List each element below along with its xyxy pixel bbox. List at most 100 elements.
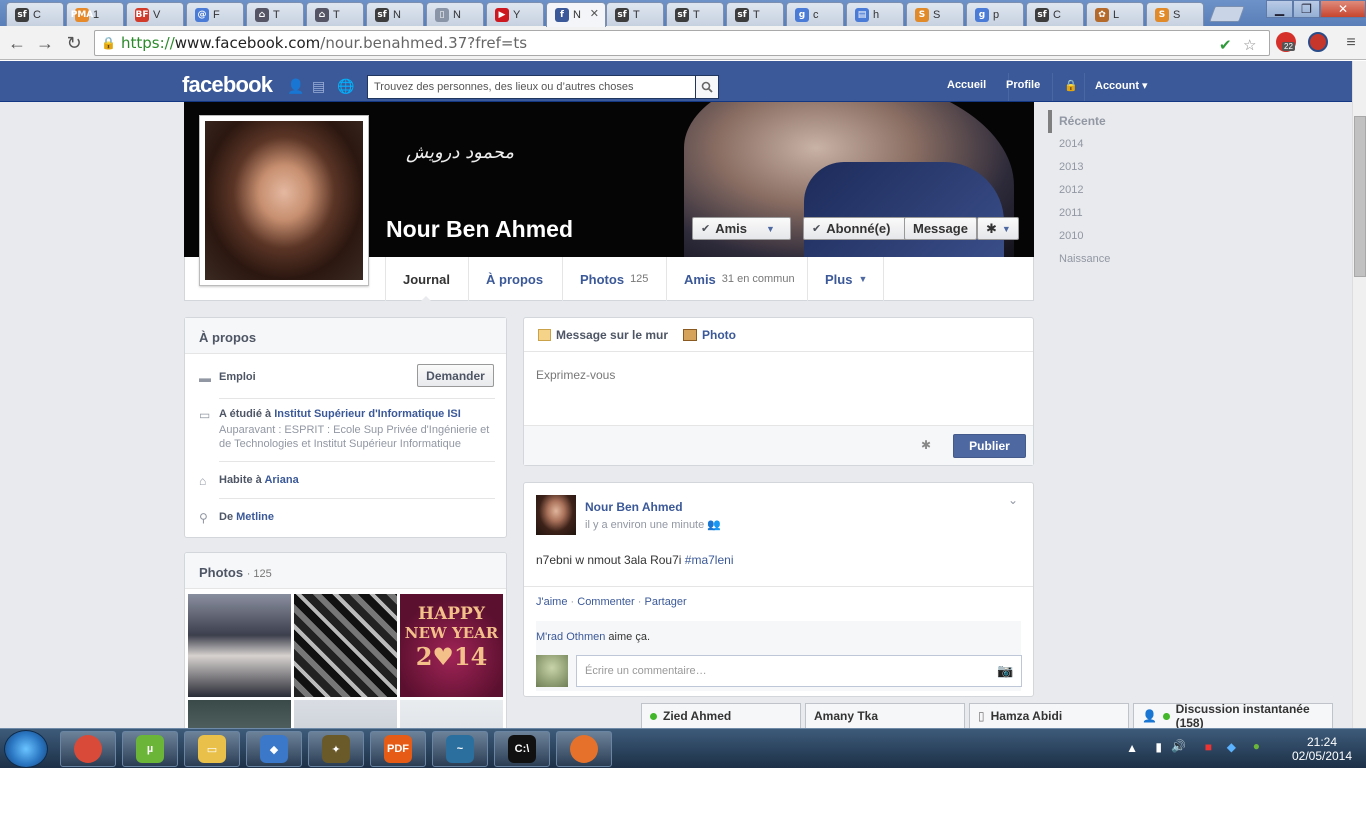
scrubber-item[interactable]: 2011 bbox=[1048, 202, 1148, 225]
taskbar-app-explorer[interactable]: ▭ bbox=[184, 731, 240, 767]
camera-icon[interactable]: 📷 bbox=[997, 663, 1013, 679]
tab-journal[interactable]: Journal bbox=[385, 257, 467, 302]
browser-tab[interactable]: ⌂ T bbox=[246, 2, 304, 26]
taskbar-app-cmd[interactable]: C:\ bbox=[494, 731, 550, 767]
photo-thumbnail[interactable] bbox=[294, 594, 397, 697]
taskbar-app-game[interactable]: ✦ bbox=[308, 731, 364, 767]
city-link[interactable]: Ariana bbox=[264, 474, 298, 486]
composer-tab-photo[interactable]: Photo bbox=[683, 328, 736, 342]
browser-tab[interactable]: sf T bbox=[606, 2, 664, 26]
taskbar-app-mysql[interactable]: ~ bbox=[432, 731, 488, 767]
browser-tab[interactable]: f N ✕ bbox=[546, 2, 606, 27]
search-button[interactable] bbox=[695, 75, 719, 99]
close-window-button[interactable]: ✕ bbox=[1320, 0, 1366, 18]
browser-tab[interactable]: sf C bbox=[1026, 2, 1084, 26]
browser-tab[interactable]: ▯ N bbox=[426, 2, 484, 26]
maximize-button[interactable]: ❐ bbox=[1293, 0, 1320, 18]
scrubber-item[interactable]: 2012 bbox=[1048, 179, 1148, 202]
browser-tab[interactable]: SS bbox=[906, 2, 964, 26]
taskbar-app-pdf[interactable]: PDF bbox=[370, 731, 426, 767]
browser-tab[interactable]: sf N bbox=[366, 2, 424, 26]
page-scrollbar[interactable] bbox=[1352, 61, 1366, 728]
tab-friends[interactable]: Amis 31 en commun bbox=[666, 257, 812, 301]
browser-tab[interactable]: sf C bbox=[6, 2, 64, 26]
profile-picture[interactable] bbox=[199, 115, 369, 286]
search-input[interactable]: Trouvez des personnes, des lieux ou d’au… bbox=[367, 75, 696, 99]
photo-thumbnail[interactable] bbox=[400, 700, 503, 728]
browser-tab[interactable]: ⌂ T bbox=[306, 2, 364, 26]
chat-sidebar-toggle[interactable]: 👤 Discussion instantanée (158) bbox=[1133, 702, 1333, 730]
browser-tab[interactable]: gc bbox=[786, 2, 844, 26]
taskbar-app-firefox[interactable] bbox=[556, 731, 612, 767]
photo-thumbnail[interactable] bbox=[294, 700, 397, 728]
chat-tab[interactable]: ▯ Hamza Abidi bbox=[969, 703, 1129, 728]
new-tab-button[interactable] bbox=[1209, 6, 1245, 22]
photo-thumbnail-newyear[interactable]: HAPPY NEW YEAR 2♥14 bbox=[400, 594, 503, 697]
school-link[interactable]: Institut Supérieur d'Informatique ISI bbox=[274, 408, 461, 420]
follow-button[interactable]: ✔ Abonné(e) bbox=[803, 217, 906, 240]
tab-about[interactable]: À propos bbox=[468, 257, 560, 301]
forward-icon[interactable]: → bbox=[34, 32, 56, 54]
hometown-link[interactable]: Metline bbox=[236, 511, 274, 523]
like-link[interactable]: J'aime bbox=[536, 596, 567, 608]
nav-profile[interactable]: Profile bbox=[1006, 79, 1040, 91]
extension-icon[interactable] bbox=[1308, 32, 1328, 52]
browser-tab[interactable]: ✿ L bbox=[1086, 2, 1144, 26]
browser-tab[interactable]: ▶ Y bbox=[486, 2, 544, 26]
tray-expand-icon[interactable]: ▲ bbox=[1126, 741, 1138, 755]
browser-tab[interactable]: PMA 1 bbox=[66, 2, 124, 26]
ask-button[interactable]: Demander bbox=[417, 364, 494, 387]
hashtag-link[interactable]: #ma7leni bbox=[685, 553, 734, 567]
scrubber-item[interactable]: 2010 bbox=[1048, 225, 1148, 248]
chat-tab[interactable]: Zied Ahmed bbox=[641, 703, 801, 728]
friend-requests-icon[interactable]: 👤 bbox=[287, 78, 304, 94]
network-icon[interactable]: ▮ bbox=[1155, 740, 1162, 754]
menu-icon[interactable]: ≡ bbox=[1340, 32, 1362, 54]
adblock-icon[interactable]: 22 bbox=[1276, 32, 1296, 52]
post-timestamp[interactable]: il y a environ une minute 👥 bbox=[585, 518, 721, 531]
scrubber-item[interactable]: 2013 bbox=[1048, 156, 1148, 179]
photo-thumbnail[interactable] bbox=[188, 700, 291, 728]
volume-icon[interactable]: 🔊 bbox=[1171, 739, 1186, 753]
scrubber-item[interactable]: Naissance bbox=[1048, 248, 1148, 271]
browser-tab[interactable]: @ F bbox=[186, 2, 244, 26]
post-author-avatar[interactable] bbox=[536, 495, 576, 535]
tray-app-icon[interactable]: ■ bbox=[1205, 740, 1212, 754]
nav-home[interactable]: Accueil bbox=[947, 79, 986, 91]
post-author-name[interactable]: Nour Ben Ahmed bbox=[585, 500, 683, 514]
privacy-lock-icon[interactable]: 🔒 bbox=[1064, 79, 1078, 92]
browser-tab[interactable]: gp bbox=[966, 2, 1024, 26]
minimize-button[interactable]: ▁ bbox=[1266, 0, 1293, 18]
browser-tab[interactable]: SS bbox=[1146, 2, 1204, 26]
notifications-globe-icon[interactable]: 🌐 bbox=[337, 78, 354, 94]
audience-gear-icon[interactable]: ✱ bbox=[921, 438, 931, 452]
close-tab-icon[interactable]: ✕ bbox=[590, 7, 599, 20]
liker-link[interactable]: M'rad Othmen bbox=[536, 631, 605, 643]
share-link[interactable]: Partager bbox=[645, 596, 687, 608]
chat-tab[interactable]: Amany Tka bbox=[805, 703, 965, 728]
scrubber-item[interactable]: Récente bbox=[1048, 110, 1148, 133]
utorrent-tray-icon[interactable]: ● bbox=[1253, 739, 1260, 753]
publish-button[interactable]: Publier bbox=[953, 434, 1026, 458]
photos-card-title[interactable]: Photos · 125 bbox=[185, 553, 506, 589]
taskbar-app-utorrent[interactable]: µ bbox=[122, 731, 178, 767]
tab-photos[interactable]: Photos 125 bbox=[562, 257, 665, 301]
photo-thumbnail[interactable] bbox=[188, 594, 291, 697]
facebook-logo[interactable]: facebook bbox=[182, 72, 273, 98]
nav-account[interactable]: Account ▾ bbox=[1095, 79, 1148, 92]
comment-input[interactable]: Écrire un commentaire… bbox=[576, 655, 1022, 687]
profile-name[interactable]: Nour Ben Ahmed bbox=[386, 216, 573, 243]
messages-icon[interactable]: ▤ bbox=[312, 78, 326, 94]
back-icon[interactable]: ← bbox=[6, 32, 28, 54]
tab-more[interactable]: Plus ▼ bbox=[807, 257, 885, 301]
reload-icon[interactable]: ↻ bbox=[63, 32, 85, 54]
taskbar-app-virtualbox[interactable]: ◆ bbox=[246, 731, 302, 767]
browser-tab[interactable]: ▤ h bbox=[846, 2, 904, 26]
address-bar[interactable]: 🔒 https://www.facebook.com/nour.benahmed… bbox=[94, 30, 1270, 56]
scrubber-item[interactable]: 2014 bbox=[1048, 133, 1148, 156]
browser-tab[interactable]: sf T bbox=[726, 2, 784, 26]
extension-check-icon[interactable]: ✔ bbox=[1219, 36, 1232, 54]
settings-gear-button[interactable]: ✱ ▼ bbox=[977, 217, 1019, 240]
composer-tab-status[interactable]: Message sur le mur bbox=[538, 328, 668, 342]
bookmark-star-icon[interactable]: ☆ bbox=[1243, 36, 1256, 54]
